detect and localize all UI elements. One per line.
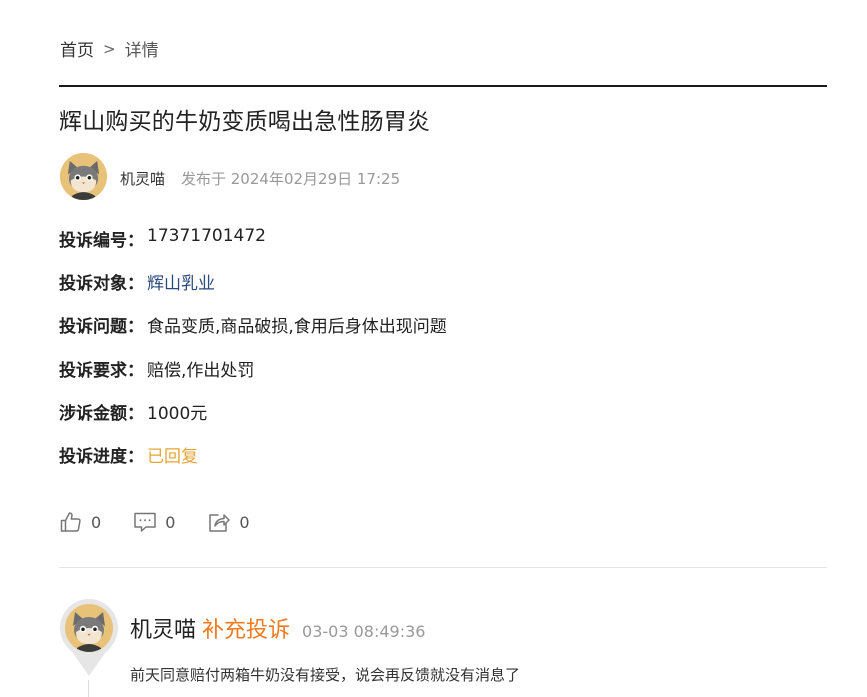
- field-colon: ：: [127, 231, 144, 251]
- breadcrumb-home-link[interactable]: 首页: [60, 36, 94, 61]
- field-complaint-progress: 投诉进度：已回复: [59, 442, 447, 485]
- share-icon: [207, 510, 231, 534]
- cat-avatar-icon: [60, 153, 107, 200]
- complaint-detail-page: 首页 > 详情 辉山购买的牛奶变质喝出急性肠胃炎 机灵喵 发布于 2024年02…: [0, 0, 867, 697]
- complaint-target-link[interactable]: 辉山乳业: [147, 269, 215, 294]
- field-value: 赔偿,作出处罚: [147, 360, 255, 381]
- field-complaint-demand: 投诉要求：赔偿,作出处罚: [59, 356, 447, 399]
- field-value: 1000元: [147, 403, 208, 424]
- breadcrumb-separator: >: [103, 39, 116, 58]
- reply-content: 前天同意赔付两箱牛奶没有接受，说会再反馈就没有消息了: [130, 666, 521, 684]
- field-label: 投诉进度: [59, 446, 127, 467]
- header-divider: [59, 85, 827, 87]
- field-label: 投诉问题: [59, 317, 127, 338]
- reply-type-tag: 补充投诉: [202, 618, 291, 643]
- like-count: 0: [91, 512, 102, 532]
- complaint-fields: 投诉编号： 17371701472 投诉对象：辉山乳业 投诉问题：食品变质,商品破…: [59, 226, 447, 485]
- share-count: 0: [239, 512, 250, 532]
- field-colon: ：: [127, 446, 144, 467]
- post-timestamp: 发布于 2024年02月29日 17:25: [181, 170, 401, 188]
- author-avatar[interactable]: [60, 153, 107, 200]
- field-value: 17371701472: [147, 226, 266, 246]
- cat-avatar-icon: [65, 604, 113, 652]
- comment-count: 0: [165, 512, 176, 532]
- reply-author-avatar[interactable]: [65, 604, 113, 652]
- thread-line: [88, 680, 89, 697]
- reply-header: 机灵喵 补充投诉 03-03 08:49:36: [130, 612, 425, 644]
- field-colon: ：: [127, 403, 144, 424]
- comment-icon: [133, 510, 157, 534]
- like-button[interactable]: 0: [59, 510, 101, 534]
- field-complaint-number: 投诉编号： 17371701472: [59, 226, 447, 269]
- field-label: 投诉要求: [59, 360, 127, 381]
- share-button[interactable]: 0: [207, 510, 250, 534]
- field-colon: ：: [127, 317, 144, 338]
- breadcrumb-current: 详情: [124, 41, 159, 61]
- field-complaint-amount: 涉诉金额： 1000元: [59, 399, 447, 442]
- thumbs-up-icon: [59, 510, 83, 534]
- action-bar: 0 0 0: [59, 510, 282, 534]
- status-badge: 已回复: [147, 446, 198, 467]
- field-label: 涉诉金额: [59, 403, 127, 424]
- breadcrumb: 首页 > 详情: [60, 36, 159, 62]
- field-complaint-issue: 投诉问题：食品变质,商品破损,食用后身体出现问题: [59, 312, 447, 355]
- author-name[interactable]: 机灵喵: [120, 168, 165, 189]
- field-label: 投诉对象: [59, 274, 127, 295]
- field-complaint-target: 投诉对象：辉山乳业: [59, 269, 447, 312]
- page-title: 辉山购买的牛奶变质喝出急性肠胃炎: [59, 109, 431, 135]
- field-value: 食品变质,商品破损,食用后身体出现问题: [147, 317, 447, 338]
- comment-button[interactable]: 0: [133, 510, 175, 534]
- reply-timestamp: 03-03 08:49:36: [302, 622, 426, 641]
- field-label: 投诉编号: [59, 231, 127, 251]
- section-divider: [59, 567, 827, 568]
- field-colon: ：: [127, 274, 144, 295]
- reply-author-name[interactable]: 机灵喵: [130, 612, 196, 644]
- field-colon: ：: [127, 360, 144, 381]
